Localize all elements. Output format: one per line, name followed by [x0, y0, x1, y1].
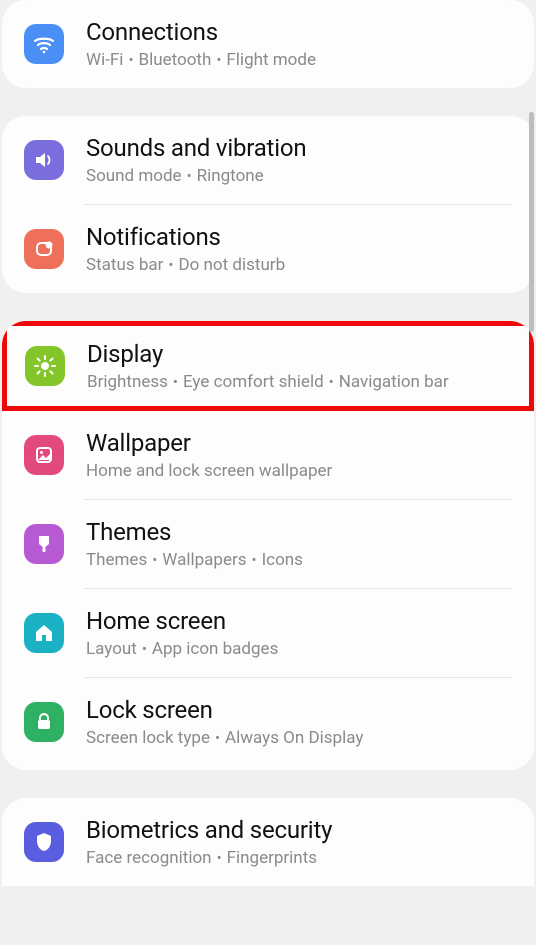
settings-item-display[interactable]: Display Brightness•Eye comfort shield•Na… — [2, 321, 534, 411]
settings-item-subtitle: Themes•Wallpapers•Icons — [86, 550, 516, 570]
settings-item-title: Themes — [86, 518, 516, 546]
lock-icon — [24, 702, 64, 742]
settings-item-subtitle: Sound mode•Ringtone — [86, 166, 516, 186]
settings-item-title: Wallpaper — [86, 429, 516, 457]
settings-item-title: Connections — [86, 18, 516, 46]
settings-item-text: Wallpaper Home and lock screen wallpaper — [86, 429, 516, 481]
settings-item-subtitle: Face recognition•Fingerprints — [86, 848, 516, 868]
brightness-icon — [25, 346, 65, 386]
themes-icon — [24, 524, 64, 564]
settings-item-lock-screen[interactable]: Lock screen Screen lock type•Always On D… — [2, 678, 534, 766]
notification-icon — [24, 229, 64, 269]
settings-item-text: Notifications Status bar•Do not disturb — [86, 223, 516, 275]
settings-item-text: Display Brightness•Eye comfort shield•Na… — [87, 340, 515, 392]
shield-icon — [24, 822, 64, 862]
wallpaper-icon — [24, 435, 64, 475]
settings-item-text: Connections Wi-Fi•Bluetooth•Flight mode — [86, 18, 516, 70]
settings-item-sounds[interactable]: Sounds and vibration Sound mode•Ringtone — [2, 116, 534, 204]
settings-item-subtitle: Layout•App icon badges — [86, 639, 516, 659]
settings-item-subtitle: Screen lock type•Always On Display — [86, 728, 516, 748]
settings-item-biometrics[interactable]: Biometrics and security Face recognition… — [2, 798, 534, 886]
settings-item-title: Notifications — [86, 223, 516, 251]
settings-item-title: Display — [87, 340, 515, 368]
settings-item-title: Home screen — [86, 607, 516, 635]
settings-group-biometrics: Biometrics and security Face recognition… — [2, 798, 534, 886]
settings-item-home-screen[interactable]: Home screen Layout•App icon badges — [2, 589, 534, 677]
settings-item-text: Biometrics and security Face recognition… — [86, 816, 516, 868]
settings-item-text: Sounds and vibration Sound mode•Ringtone — [86, 134, 516, 186]
settings-item-title: Biometrics and security — [86, 816, 516, 844]
settings-group-sounds: Sounds and vibration Sound mode•Ringtone… — [2, 116, 534, 293]
settings-item-text: Themes Themes•Wallpapers•Icons — [86, 518, 516, 570]
home-icon — [24, 613, 64, 653]
settings-item-subtitle: Status bar•Do not disturb — [86, 255, 516, 275]
settings-item-wallpaper[interactable]: Wallpaper Home and lock screen wallpaper — [2, 411, 534, 499]
scrollbar[interactable] — [529, 112, 534, 332]
settings-item-text: Home screen Layout•App icon badges — [86, 607, 516, 659]
wifi-icon — [24, 24, 64, 64]
settings-item-notifications[interactable]: Notifications Status bar•Do not disturb — [2, 205, 534, 293]
settings-item-subtitle: Home and lock screen wallpaper — [86, 461, 516, 481]
settings-item-title: Lock screen — [86, 696, 516, 724]
settings-item-subtitle: Wi-Fi•Bluetooth•Flight mode — [86, 50, 516, 70]
settings-item-connections[interactable]: Connections Wi-Fi•Bluetooth•Flight mode — [2, 0, 534, 88]
settings-group-display: Display Brightness•Eye comfort shield•Na… — [2, 321, 534, 770]
settings-group-connections: Connections Wi-Fi•Bluetooth•Flight mode — [2, 0, 534, 88]
settings-item-text: Lock screen Screen lock type•Always On D… — [86, 696, 516, 748]
speaker-icon — [24, 140, 64, 180]
settings-item-themes[interactable]: Themes Themes•Wallpapers•Icons — [2, 500, 534, 588]
settings-item-subtitle: Brightness•Eye comfort shield•Navigation… — [87, 372, 515, 392]
settings-item-title: Sounds and vibration — [86, 134, 516, 162]
